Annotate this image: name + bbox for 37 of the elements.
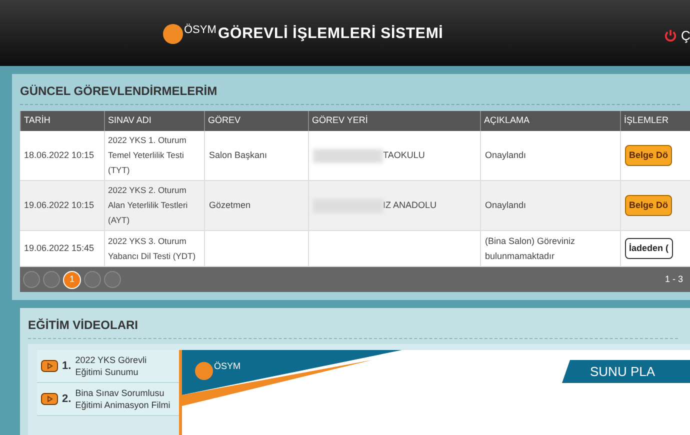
action-button[interactable]: Belge Dö xyxy=(625,194,672,216)
record-range: 1 - 3 xyxy=(664,272,683,286)
logo-icon xyxy=(163,24,183,44)
exam-cell: 2022 YKS 1. Oturum Temel Yeterlilik Testi (TYT) xyxy=(104,131,204,180)
next-page-icon[interactable] xyxy=(84,271,101,288)
status-cell-text: (Bina Salon) Göreviniz bulunmamaktadır xyxy=(485,234,576,262)
role-cell-text: Gözetmen xyxy=(209,198,251,212)
action-button[interactable]: Belge Dö xyxy=(625,144,672,166)
date-cell-text: 19.06.2022 15:45 xyxy=(23,242,96,255)
exam-cell: 2022 YKS 2. Oturum Alan Yeterlilik Testleri (AYT) xyxy=(104,181,204,230)
place-cell-text: IZ ANADOLU xyxy=(383,198,437,212)
status-cell-text: Onaylandı xyxy=(485,149,526,162)
slide-banner: SUNU PLA xyxy=(562,360,690,383)
date-cell-text: 19.06.2022 10:15 xyxy=(23,198,96,212)
last-page-icon[interactable] xyxy=(104,271,121,288)
place-cell-text: TAOKULU xyxy=(383,148,425,162)
power-icon xyxy=(664,29,677,42)
item-number: 2. xyxy=(62,393,72,405)
first-page-icon[interactable] xyxy=(23,271,40,288)
role-cell-text: Salon Başkanı xyxy=(209,148,268,162)
date-cell-text: 18.06.2022 10:15 xyxy=(23,148,96,162)
action-button[interactable]: İadeden ( xyxy=(625,238,673,260)
play-icon xyxy=(41,360,58,372)
previous-page-icon[interactable] xyxy=(43,271,60,288)
item-number: 1. xyxy=(62,360,72,372)
logo-text: ÖSYM xyxy=(184,22,216,38)
section-title: GÜNCEL GÖREVLENDİRMELERİM xyxy=(20,82,680,105)
video-title: 2022 YKS Görevli Eğitimi Sunumu xyxy=(75,354,148,378)
video-title: Bina Sınav Sorumlusu Eğitimi Animasyon Filmi xyxy=(75,387,172,411)
exam-cell: 2022 YKS 3. Oturum Yabancı Dil Testi (YDT) xyxy=(104,231,204,266)
logo-text: ÖSYM xyxy=(214,360,241,373)
logout-button[interactable]: Ç xyxy=(664,26,690,46)
section-title: EĞİTİM VİDEOLARI xyxy=(28,316,678,339)
redacted-block xyxy=(313,148,383,162)
status-cell-text: Onaylandı xyxy=(485,199,526,212)
app-title: GÖREVLİ İŞLEMLERİ SİSTEMİ xyxy=(218,24,444,44)
play-icon xyxy=(41,393,58,405)
